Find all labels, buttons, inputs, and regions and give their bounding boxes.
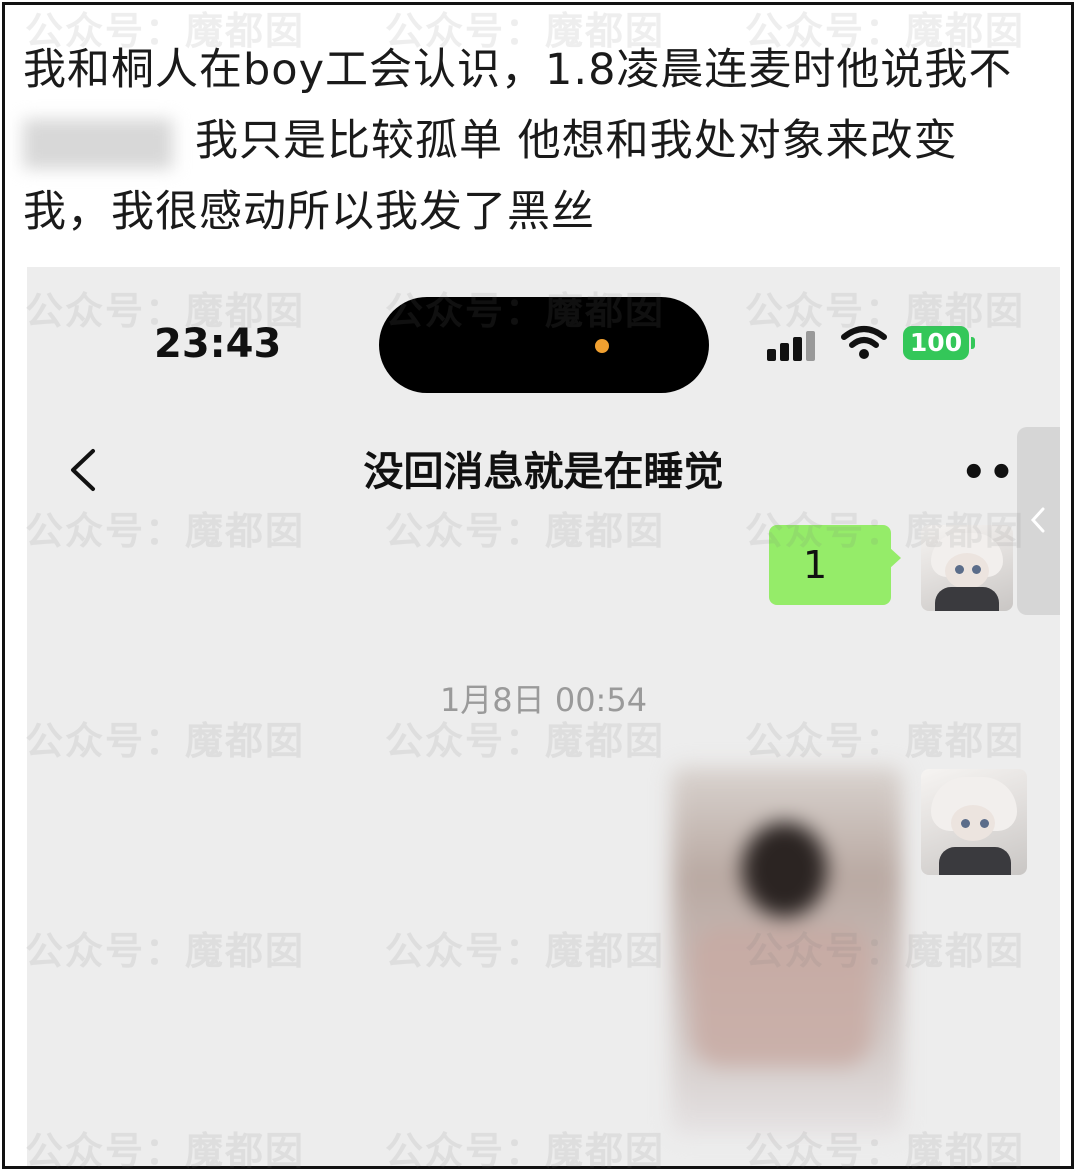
phone-screenshot: 23:43 100 没回消息就是在睡觉 ••• 1 1月8日 00:54: [27, 267, 1060, 1166]
avatar[interactable]: [921, 769, 1027, 875]
caption-line-1: 我和桐人在boy工会认识，1.8凌晨连麦时他说我不: [23, 45, 1013, 95]
chevron-left-small-icon: [1030, 507, 1045, 533]
avatar[interactable]: [921, 525, 1013, 611]
caption-line-2-wrapper: 我只是比较孤单 他想和我处对象来改变: [23, 106, 1068, 177]
caption-line-2: 我只是比较孤单 他想和我处对象来改变: [195, 116, 958, 166]
blurred-image-message[interactable]: [672, 767, 902, 1135]
dynamic-island: [379, 297, 709, 393]
status-time: 23:43: [154, 321, 282, 367]
battery-tip: [971, 337, 975, 349]
redacted-text: [23, 118, 173, 169]
caption-line-3: 我，我很感动所以我发了黑丝: [23, 187, 595, 237]
wifi-icon: [841, 326, 887, 359]
message-bubble-outgoing[interactable]: 1: [769, 525, 891, 605]
chat-title: 没回消息就是在睡觉: [363, 449, 724, 495]
screenshot-frame: 我和桐人在boy工会认识，1.8凌晨连麦时他说我不 我只是比较孤单 他想和我处对…: [2, 2, 1074, 1169]
signal-icon: [767, 331, 815, 361]
message-timestamp: 1月8日 00:54: [439, 681, 648, 719]
bubble-tail: [889, 547, 901, 569]
post-caption: 我和桐人在boy工会认识，1.8凌晨连麦时他说我不 我只是比较孤单 他想和我处对…: [23, 35, 1068, 248]
battery-indicator: 100: [903, 326, 969, 360]
mic-indicator-dot: [595, 339, 609, 353]
